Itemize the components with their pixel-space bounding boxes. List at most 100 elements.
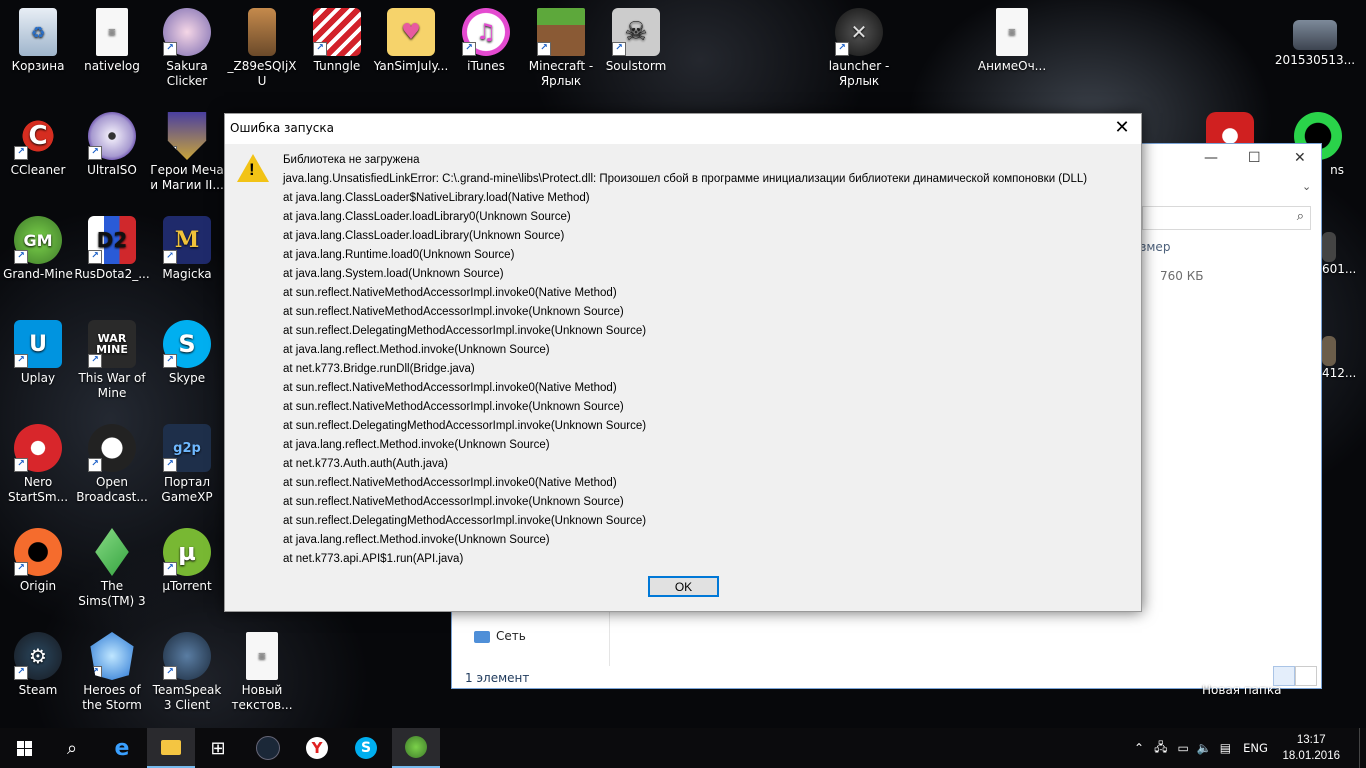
action-center-icon[interactable]: ▤ <box>1220 741 1231 755</box>
search-button[interactable]: ⌕ <box>48 728 96 768</box>
close-icon[interactable]: ✕ <box>1294 150 1306 166</box>
desktop-icon-obs[interactable]: ↗ Open Broadcast... <box>74 424 150 505</box>
desktop-icon-nero[interactable]: ↗ Nero StartSm... <box>0 424 76 505</box>
grand-mine-icon: GM ↗ <box>14 216 62 264</box>
shortcut-arrow-icon: ↗ <box>14 146 28 160</box>
desktop-icon-rusdota2[interactable]: D2 ↗ RusDota2_... <box>74 216 150 282</box>
desktop-icon-z89[interactable]: _Z89eSQIjXU <box>224 8 300 89</box>
shortcut-arrow-icon: ↗ <box>88 458 102 472</box>
desktop-icon-partial-412[interactable]: 412... <box>1322 336 1366 381</box>
desktop-icon-anime[interactable]: ≡ АнимеОч... <box>974 8 1050 74</box>
desktop-icon-label: Портал GameXP <box>161 475 213 504</box>
image-file-icon <box>1322 336 1336 366</box>
stack-trace-line: at sun.reflect.NativeMethodAccessorImpl.… <box>283 401 624 413</box>
minimize-icon[interactable]: — <box>1204 150 1218 166</box>
desktop-icon-file-2015[interactable]: 201530513... <box>1270 8 1360 68</box>
search-input[interactable]: ⌕ <box>1142 206 1311 230</box>
desktop-icon-label: 412... <box>1322 366 1357 380</box>
steam-icon: ⚙ ↗ <box>14 632 62 680</box>
desktop-icon-utorrent[interactable]: µ ↗ µTorrent <box>149 528 225 594</box>
error-message: Библиотека не загружена java.lang.Unsatis… <box>283 151 1087 569</box>
desktop-icon-magicka[interactable]: M ↗ Magicka <box>149 216 225 282</box>
taskbar-yandex[interactable]: Y <box>293 728 341 768</box>
desktop-icon-nativelog[interactable]: ≡ nativelog <box>74 8 150 74</box>
taskbar-skype[interactable]: S <box>342 728 390 768</box>
chevron-down-icon[interactable]: ⌄ <box>1302 180 1311 193</box>
stack-trace-line: at sun.reflect.NativeMethodAccessorImpl.… <box>283 382 617 394</box>
desktop-icon-new-text[interactable]: ≡ Новый текстов... <box>224 632 300 713</box>
network-icon[interactable]: 🖧 <box>1154 738 1167 759</box>
desktop: ♻ Корзина C ↗ CCleaner GM ↗ Grand-Mine U ↗ … <box>0 0 1366 728</box>
heroes-storm-icon: ↗ <box>90 632 134 680</box>
shortcut-arrow-icon: ↗ <box>88 250 102 264</box>
maximize-icon[interactable]: ☐ <box>1248 150 1261 166</box>
desktop-icon-itunes[interactable]: ♫ ↗ iTunes <box>448 8 524 74</box>
desktop-icon-label: CCleaner <box>10 163 66 177</box>
desktop-icon-uplay[interactable]: U ↗ Uplay <box>0 320 76 386</box>
stack-trace-line: at java.lang.ClassLoader.loadLibrary0(Un… <box>283 211 571 223</box>
taskbar-file-explorer[interactable] <box>147 728 195 768</box>
taskbar-grand-mine[interactable] <box>392 728 440 768</box>
language-indicator[interactable]: ENG <box>1243 741 1268 755</box>
desktop-icon-partial-601[interactable]: 601... <box>1322 232 1366 277</box>
nav-item-network[interactable]: Сеть <box>474 629 526 643</box>
disc-icon: ↗ <box>88 112 136 160</box>
desktop-icon-sakura-clicker[interactable]: ↗ Sakura Clicker <box>149 8 225 89</box>
stack-trace-line: at sun.reflect.DelegatingMethodAccessorI… <box>283 325 647 337</box>
magicka-icon: M ↗ <box>163 216 211 264</box>
desktop-icon-minecraft[interactable]: ↗ Minecraft - Ярлык <box>523 8 599 89</box>
desktop-icon-launcher[interactable]: ✕ ↗ launcher - Ярлык <box>821 8 897 89</box>
warning-icon: ! <box>237 154 269 182</box>
desktop-icon-soulstorm[interactable]: ☠ ↗ Soulstorm <box>598 8 674 74</box>
ccleaner-icon: C ↗ <box>14 112 62 160</box>
stack-trace-line: at java.lang.Runtime.load0(Unknown Sourc… <box>283 249 515 261</box>
skull-icon: ☠ ↗ <box>612 8 660 56</box>
desktop-icon-this-war-of-mine[interactable]: WAR MINE ↗ This War of Mine <box>74 320 150 401</box>
clock[interactable]: 13:17 18.01.2016 <box>1282 732 1340 764</box>
battery-icon[interactable]: ▭ <box>1177 741 1188 755</box>
desktop-icon-heroes-might-magic[interactable]: ↗ Герои Меча и Магии II... <box>149 112 225 193</box>
column-header-size[interactable]: змер <box>1140 240 1170 254</box>
large-icons-view-button[interactable] <box>1295 666 1317 686</box>
shortcut-arrow-icon: ↗ <box>14 250 28 264</box>
shortcut-arrow-icon: ↗ <box>163 354 177 368</box>
desktop-icon-label: Origin <box>19 579 57 593</box>
desktop-icon-recycle-bin[interactable]: ♻ Корзина <box>0 8 76 74</box>
start-button[interactable] <box>0 728 48 768</box>
shortcut-arrow-icon: ↗ <box>163 42 177 56</box>
launcher-icon: ✕ ↗ <box>835 8 883 56</box>
desktop-icon-label: _Z89eSQIjXU <box>227 59 297 88</box>
error-dialog[interactable]: Ошибка запуска ✕ ! Библиотека не загруже… <box>224 113 1142 612</box>
recycle-bin-icon: ♻ <box>19 8 57 56</box>
desktop-icon-heroes-storm[interactable]: ↗ Heroes of the Storm <box>74 632 150 713</box>
chevron-up-icon[interactable]: ⌃ <box>1134 741 1144 755</box>
taskbar-store[interactable]: ⊞ <box>194 728 242 768</box>
desktop-icon-the-sims[interactable]: The Sims(TM) 3 <box>74 528 150 609</box>
error-heading: Библиотека не загружена <box>283 154 420 166</box>
desktop-icon-gamexp[interactable]: g2p ↗ Портал GameXP <box>149 424 225 505</box>
taskbar-steam[interactable] <box>244 728 292 768</box>
close-icon[interactable]: ✕ <box>1111 117 1133 139</box>
desktop-icon-tunngle[interactable]: ↗ Tunngle <box>299 8 375 74</box>
desktop-icon-grand-mine[interactable]: GM ↗ Grand-Mine <box>0 216 76 282</box>
desktop-icon-label: nativelog <box>84 59 140 73</box>
skype-icon: S <box>355 737 377 759</box>
steam-icon <box>256 736 280 760</box>
show-desktop-button[interactable] <box>1359 728 1366 768</box>
shortcut-arrow-icon: ↗ <box>163 458 177 472</box>
taskbar-edge[interactable]: e <box>98 728 146 768</box>
desktop-icon-teamspeak[interactable]: ↗ TeamSpeak 3 Client <box>149 632 225 713</box>
desktop-icon-label: Tunngle <box>313 59 361 73</box>
desktop-icon-skype[interactable]: S ↗ Skype <box>149 320 225 386</box>
desktop-icon-origin[interactable]: ↗ Origin <box>0 528 76 594</box>
desktop-icon-steam[interactable]: ⚙ ↗ Steam <box>0 632 76 698</box>
speaker-icon[interactable]: 🔈 <box>1197 741 1212 755</box>
desktop-icon-label: Nero StartSm... <box>7 475 69 504</box>
desktop-icon-yansim[interactable]: ♥ YanSimJuly... <box>373 8 449 74</box>
ok-button[interactable]: OK <box>648 576 719 597</box>
desktop-icon-ultraiso[interactable]: ↗ UltraISO <box>74 112 150 178</box>
desktop-icon-label: YanSimJuly... <box>373 59 449 73</box>
desktop-icon-ccleaner[interactable]: C ↗ CCleaner <box>0 112 76 178</box>
dialog-titlebar[interactable]: Ошибка запуска ✕ <box>225 114 1141 144</box>
stack-trace-line: at sun.reflect.DelegatingMethodAccessorI… <box>283 420 647 432</box>
